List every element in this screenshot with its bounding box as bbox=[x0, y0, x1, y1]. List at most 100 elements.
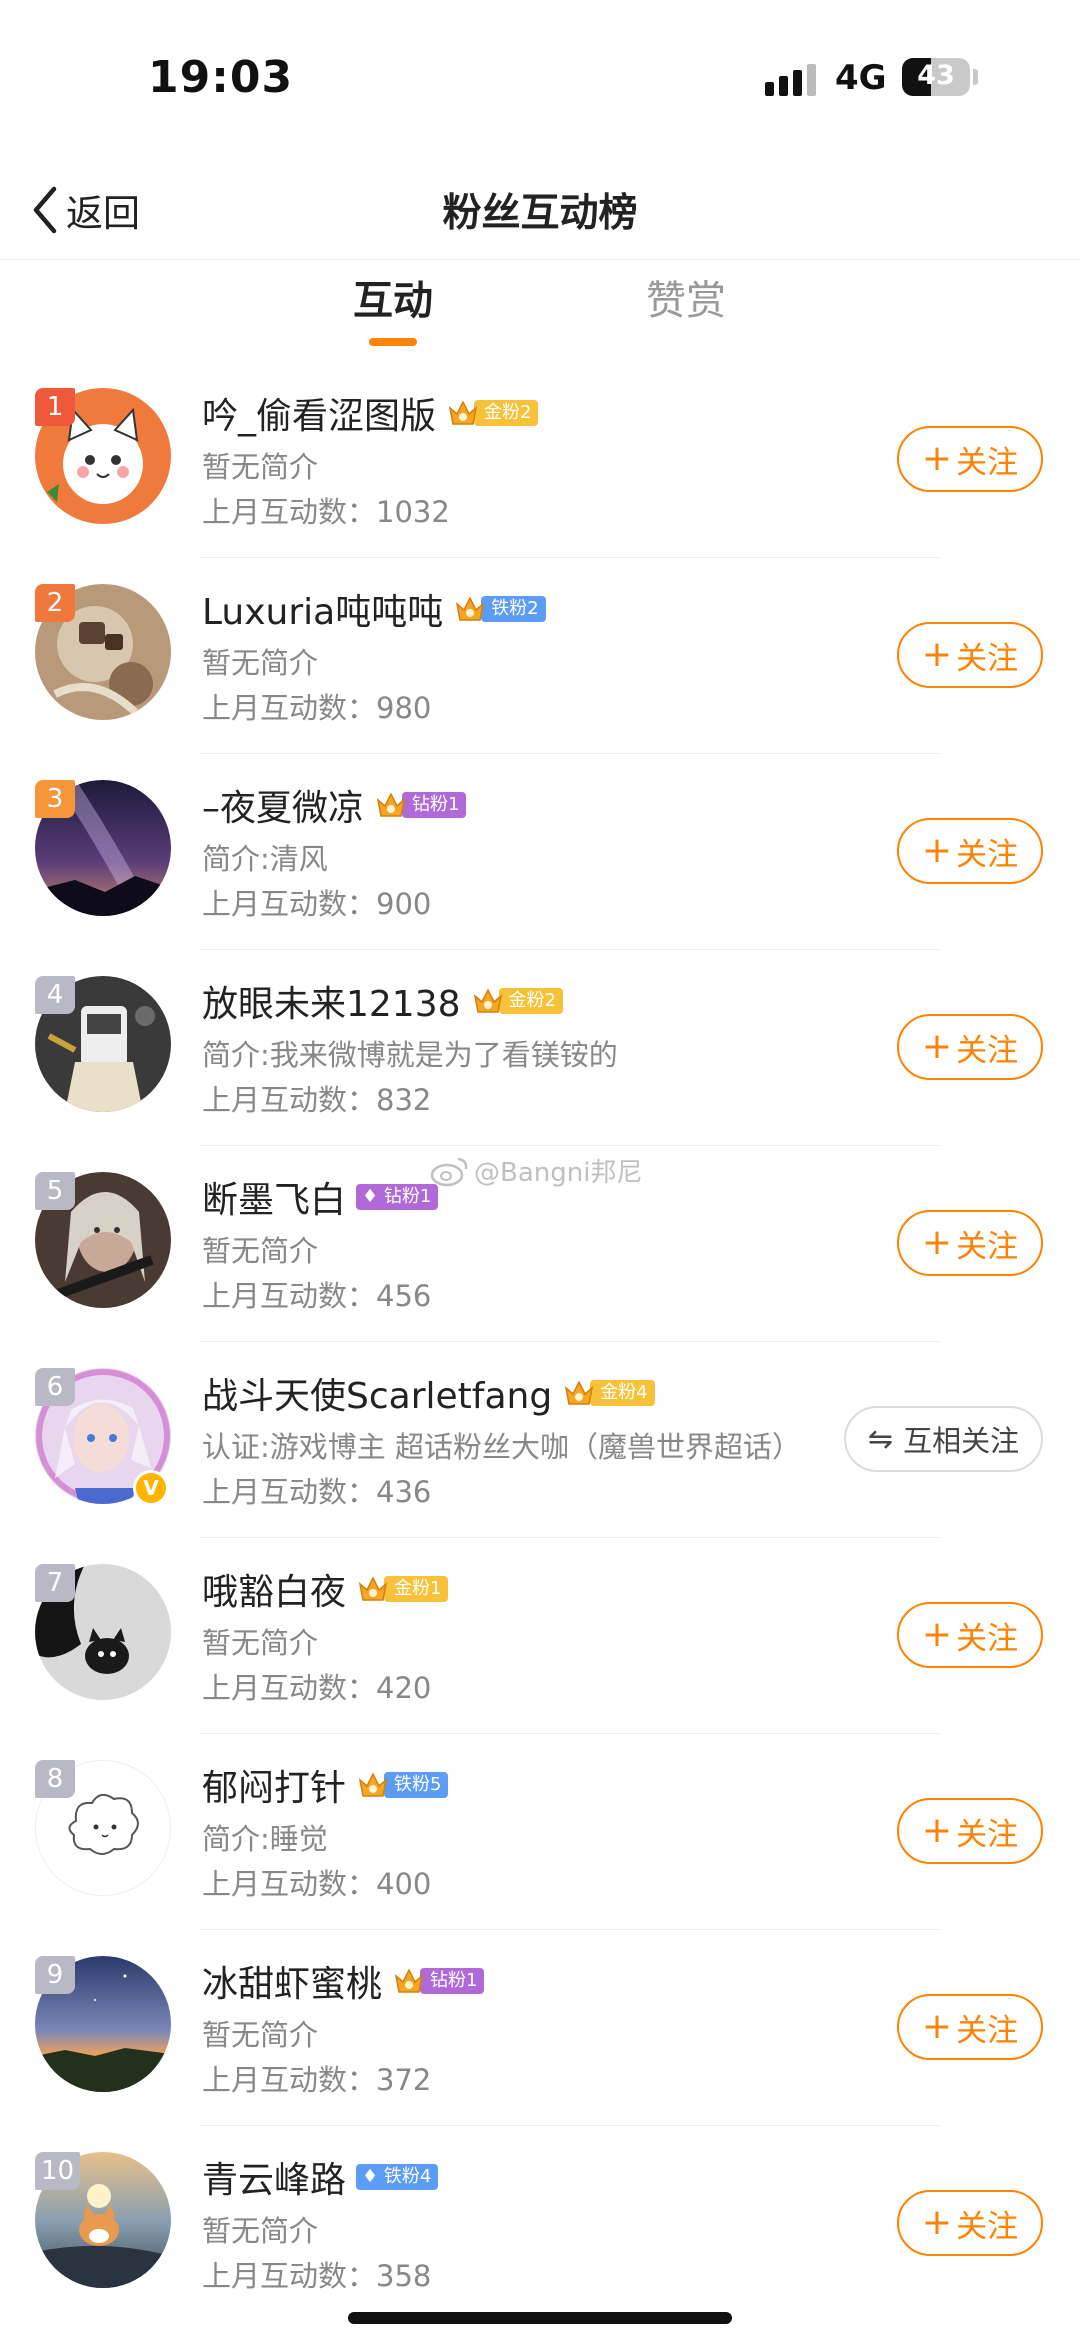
fan-level-badge: ♦ 钻粉1 bbox=[356, 1182, 439, 1212]
fan-level-label: ♦ 铁粉4 bbox=[356, 2164, 439, 2190]
count-value: 400 bbox=[376, 1867, 432, 1901]
fan-level-badge: 铁粉2 bbox=[453, 594, 546, 624]
name-line: 青云峰路 ♦ 铁粉4 bbox=[202, 2151, 439, 2203]
back-button[interactable]: 返回 bbox=[30, 178, 140, 242]
mutual-label: 互相关注 bbox=[903, 1424, 1020, 1458]
count-label: 上月互动数： bbox=[202, 887, 377, 921]
list-item[interactable]: 2 Luxuria吨吨吨 铁粉2 暂无简介 上月互动数：980 + 关注 bbox=[0, 558, 1080, 754]
count-value: 420 bbox=[376, 1671, 432, 1705]
fan-level-label: 金粉2 bbox=[474, 400, 539, 426]
list-item[interactable]: 3 –夜夏微凉 钻粉1 简介:清风 上月互动数：900 + 关注 bbox=[0, 754, 1080, 950]
name-line: 吟_偷看涩图版 金粉2 bbox=[202, 387, 539, 439]
follow-button[interactable]: + 关注 bbox=[897, 1602, 1043, 1668]
user-name[interactable]: –夜夏微凉 bbox=[202, 779, 364, 831]
user-intro: 简介:我来微博就是为了看镁铵的 bbox=[202, 1038, 618, 1072]
user-name[interactable]: 哦豁白夜 bbox=[202, 1563, 346, 1615]
plus-icon: + bbox=[921, 2202, 953, 2243]
follow-button[interactable]: + 关注 bbox=[897, 1210, 1043, 1276]
user-name[interactable]: Luxuria吨吨吨 bbox=[202, 583, 443, 635]
interaction-count: 上月互动数：832 bbox=[202, 1077, 431, 1119]
follow-label: 关注 bbox=[956, 1228, 1019, 1265]
rank-badge: 5 bbox=[35, 1172, 75, 1210]
follow-button[interactable]: + 关注 bbox=[897, 1798, 1043, 1864]
interaction-count: 上月互动数：900 bbox=[202, 881, 431, 923]
name-line: 断墨飞白 ♦ 钻粉1 bbox=[202, 1171, 439, 1223]
battery-icon: 43 bbox=[902, 58, 970, 96]
list-item[interactable]: 9 冰甜虾蜜桃 钻粉1 暂无简介 上月互动数：372 + 关注 bbox=[0, 1930, 1080, 2126]
fan-ranking-list: 1 吟_偷看涩图版 金粉2 暂无简介 上月互动数：1032 + 关注 2 Luxu… bbox=[0, 362, 1080, 2322]
count-value: 358 bbox=[376, 2259, 432, 2293]
fan-level-badge: 钻粉1 bbox=[392, 1966, 485, 1996]
fan-level-text: 铁粉4 bbox=[383, 2166, 432, 2187]
count-value: 456 bbox=[376, 1279, 432, 1313]
crown-icon bbox=[456, 596, 485, 621]
follow-button[interactable]: + 关注 bbox=[897, 1994, 1043, 2060]
fan-level-label: 金粉4 bbox=[590, 1380, 655, 1406]
user-intro: 暂无简介 bbox=[202, 2018, 319, 2052]
follow-button[interactable]: + 关注 bbox=[897, 426, 1043, 492]
rank-badge: 9 bbox=[35, 1956, 75, 1994]
fan-level-badge: 金粉1 bbox=[356, 1574, 449, 1604]
user-name[interactable]: 断墨飞白 bbox=[202, 1171, 346, 1223]
user-name[interactable]: 冰甜虾蜜桃 bbox=[202, 1955, 382, 2007]
follow-label: 关注 bbox=[956, 640, 1019, 677]
status-bar: 19:03 4G 43 bbox=[0, 0, 1080, 150]
name-line: 战斗天使Scarletfang 金粉4 bbox=[202, 1368, 655, 1418]
crown-icon bbox=[358, 1576, 388, 1601]
diamond-icon: ♦ bbox=[362, 2166, 384, 2187]
follow-button[interactable]: + 关注 bbox=[897, 818, 1043, 884]
follow-button[interactable]: + 关注 bbox=[897, 1014, 1043, 1080]
fan-level-label: 金粉2 bbox=[498, 988, 563, 1014]
crown-icon bbox=[473, 988, 502, 1013]
interaction-count: 上月互动数：980 bbox=[202, 685, 431, 727]
fan-level-text: 钻粉1 bbox=[383, 1186, 432, 1207]
tab-reward[interactable]: 赞赏 bbox=[606, 268, 766, 326]
count-label: 上月互动数： bbox=[202, 1867, 377, 1901]
back-label: 返回 bbox=[66, 192, 140, 235]
plus-icon: + bbox=[921, 634, 953, 675]
follow-label: 关注 bbox=[956, 2012, 1019, 2049]
status-time: 19:03 bbox=[148, 52, 294, 103]
tab-interaction[interactable]: 互动 bbox=[313, 268, 473, 326]
list-item[interactable]: 4 放眼未来12138 金粉2 简介:我来微博就是为了看镁铵的 上月互动数：83… bbox=[0, 950, 1080, 1146]
follow-label: 关注 bbox=[956, 1816, 1019, 1853]
user-name[interactable]: 战斗天使Scarletfang bbox=[202, 1367, 552, 1419]
follow-label: 关注 bbox=[956, 2208, 1019, 2245]
verified-icon: V bbox=[133, 1470, 169, 1506]
follow-button[interactable]: + 关注 bbox=[897, 622, 1043, 688]
follow-button[interactable]: + 关注 bbox=[897, 2190, 1043, 2256]
user-intro: 简介:睡觉 bbox=[202, 1822, 328, 1856]
mutual-arrows-icon: ⇋ bbox=[867, 1421, 894, 1457]
fan-level-label: 钻粉1 bbox=[402, 792, 467, 818]
list-item[interactable]: 1 吟_偷看涩图版 金粉2 暂无简介 上月互动数：1032 + 关注 bbox=[0, 362, 1080, 558]
crown-icon bbox=[394, 1968, 424, 1993]
user-name[interactable]: 青云峰路 bbox=[202, 2151, 346, 2203]
user-name[interactable]: 郁闷打针 bbox=[202, 1759, 346, 1811]
user-intro: 暂无简介 bbox=[202, 450, 319, 484]
rank-badge: 1 bbox=[35, 388, 75, 426]
interaction-count: 上月互动数：420 bbox=[202, 1665, 431, 1707]
crown-icon bbox=[448, 400, 478, 425]
fan-level-badge: 金粉4 bbox=[562, 1378, 655, 1408]
name-line: Luxuria吨吨吨 铁粉2 bbox=[202, 584, 546, 634]
list-item[interactable]: 6 V 战斗天使Scarletfang 金粉4 认证:游戏博主 超话粉丝大咖（魔… bbox=[0, 1342, 1080, 1538]
list-item[interactable]: 5 断墨飞白 ♦ 钻粉1 暂无简介 上月互动数：456 + 关注 bbox=[0, 1146, 1080, 1342]
follow-label: 关注 bbox=[956, 1032, 1019, 1069]
rank-badge: 4 bbox=[35, 976, 75, 1014]
fan-level-label: 钻粉1 bbox=[420, 1968, 485, 1994]
follow-label: 关注 bbox=[956, 1620, 1019, 1657]
user-name[interactable]: 吟_偷看涩图版 bbox=[202, 387, 436, 439]
mutual-follow-button[interactable]: ⇋ 互相关注 bbox=[844, 1406, 1043, 1472]
home-indicator[interactable] bbox=[348, 2312, 732, 2324]
name-line: 放眼未来12138 金粉2 bbox=[202, 976, 563, 1026]
follow-label: 关注 bbox=[956, 444, 1019, 481]
count-label: 上月互动数： bbox=[202, 495, 377, 529]
cellular-signal-icon bbox=[765, 64, 819, 96]
rank-badge: 6 bbox=[35, 1368, 75, 1406]
plus-icon: + bbox=[921, 1810, 953, 1851]
list-item[interactable]: 8 郁闷打针 铁粉5 简介:睡觉 上月互动数：400 + 关注 bbox=[0, 1734, 1080, 1930]
user-name[interactable]: 放眼未来12138 bbox=[202, 975, 461, 1027]
list-item[interactable]: 10 青云峰路 ♦ 铁粉4 暂无简介 上月互动数：358 + 关注 bbox=[0, 2126, 1080, 2322]
count-label: 上月互动数： bbox=[202, 1279, 377, 1313]
list-item[interactable]: 7 哦豁白夜 金粉1 暂无简介 上月互动数：420 + 关注 bbox=[0, 1538, 1080, 1734]
